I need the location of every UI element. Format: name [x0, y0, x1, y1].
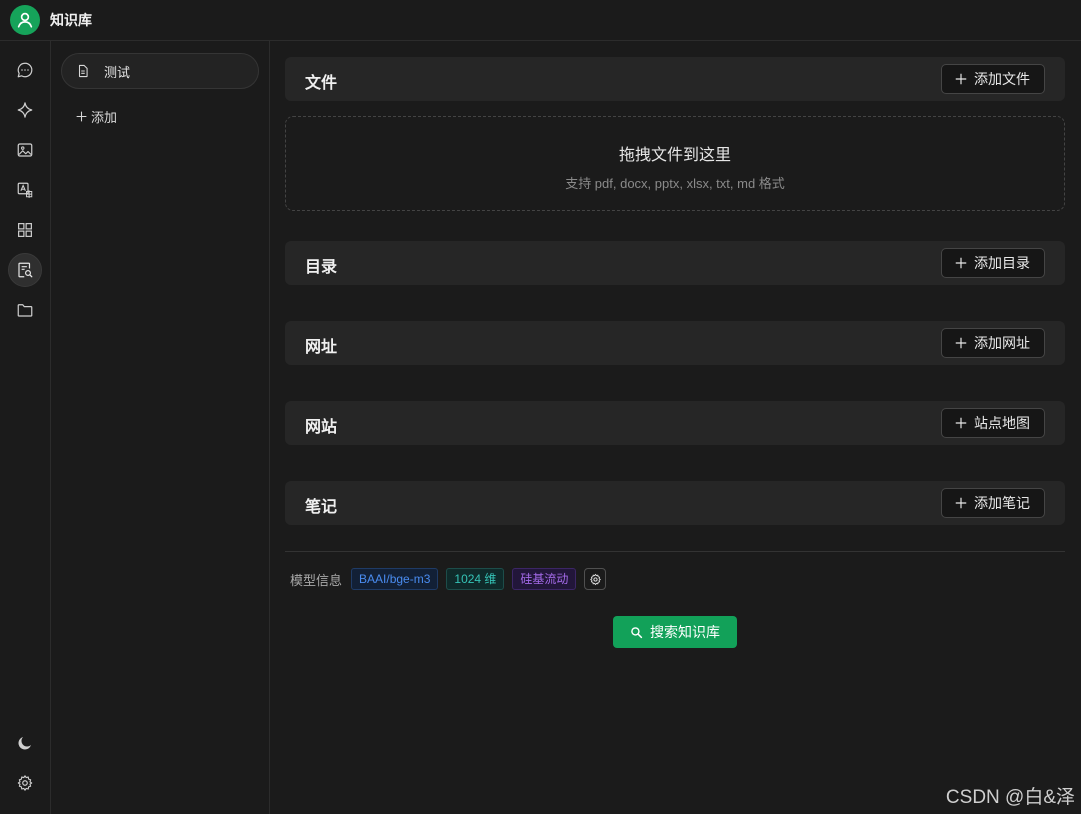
sidebar-item-translate[interactable] — [8, 173, 42, 207]
document-icon — [76, 64, 90, 78]
add-file-label: 添加文件 — [974, 71, 1030, 87]
model-info-label: 模型信息 — [290, 572, 343, 588]
knowledge-base-list: 测试 添加 — [51, 41, 270, 814]
section-directories: 目录 添加目录 — [285, 241, 1065, 285]
model-settings-button[interactable] — [584, 568, 607, 590]
search-icon — [631, 626, 643, 638]
section-title: 文件 — [305, 75, 338, 92]
provider-tag: 硅基流动 — [512, 568, 577, 590]
section-files: 文件 添加文件 — [285, 57, 1065, 101]
search-knowledge-base-label: 搜索知识库 — [650, 624, 720, 640]
dropzone-subtitle: 支持 pdf, docx, pptx, xlsx, txt, md 格式 — [565, 176, 785, 191]
theme-toggle-button[interactable] — [8, 726, 42, 760]
plus-icon — [955, 417, 967, 429]
add-directory-label: 添加目录 — [974, 255, 1030, 271]
folder-icon — [17, 304, 33, 317]
plus-icon — [955, 337, 967, 349]
sparkle-icon — [17, 102, 33, 118]
watermark: CSDN @白&泽 — [945, 787, 1075, 808]
dropzone-title: 拖拽文件到这里 — [618, 147, 731, 164]
section-title: 网址 — [305, 339, 338, 356]
chat-icon — [17, 62, 33, 78]
title-bar: 知识库 — [0, 0, 1081, 41]
image-icon — [17, 143, 33, 157]
model-name-tag: BAAI/bge-m3 — [351, 568, 439, 590]
add-directory-button[interactable]: 添加目录 — [941, 248, 1045, 278]
settings-button[interactable] — [8, 766, 42, 800]
plus-icon — [955, 257, 967, 269]
add-file-button[interactable]: 添加文件 — [941, 64, 1045, 94]
add-note-button[interactable]: 添加笔记 — [941, 488, 1045, 518]
section-websites: 网站 站点地图 — [285, 401, 1065, 445]
model-info: 模型信息 BAAI/bge-m3 1024 维 硅基流动 — [290, 568, 607, 590]
add-knowledge-base-label: 添加 — [91, 110, 118, 125]
sidebar-item-images[interactable] — [8, 133, 42, 167]
add-url-button[interactable]: 添加网址 — [941, 328, 1045, 358]
sidebar-item-files[interactable] — [8, 293, 42, 327]
translate-icon — [17, 182, 33, 198]
section-notes: 笔记 添加笔记 — [285, 481, 1065, 525]
knowledge-base-item[interactable]: 测试 — [61, 53, 259, 89]
section-title: 笔记 — [305, 499, 338, 516]
gear-icon — [590, 573, 601, 585]
icon-sidebar — [0, 41, 51, 814]
plus-icon — [955, 497, 967, 509]
moon-icon — [18, 737, 31, 750]
apps-grid-icon — [18, 223, 32, 237]
sidebar-item-apps[interactable] — [8, 213, 42, 247]
knowledge-search-icon — [18, 262, 33, 278]
plus-icon — [76, 111, 87, 122]
app-title: 知识库 — [50, 12, 92, 28]
user-avatar[interactable] — [10, 5, 40, 35]
user-icon — [17, 12, 33, 28]
add-sitemap-label: 站点地图 — [974, 415, 1030, 431]
file-dropzone[interactable]: 拖拽文件到这里 支持 pdf, docx, pptx, xlsx, txt, m… — [285, 116, 1065, 211]
section-urls: 网址 添加网址 — [285, 321, 1065, 365]
add-knowledge-base-button[interactable]: 添加 — [75, 107, 117, 126]
section-title: 目录 — [305, 259, 338, 276]
plus-icon — [955, 73, 967, 85]
section-title: 网站 — [305, 419, 338, 436]
divider — [285, 551, 1065, 552]
dimensions-tag: 1024 维 — [446, 568, 505, 590]
sidebar-item-assistant[interactable] — [8, 93, 42, 127]
add-sitemap-button[interactable]: 站点地图 — [941, 408, 1045, 438]
add-url-label: 添加网址 — [974, 335, 1030, 351]
gear-icon — [17, 775, 33, 791]
sidebar-item-chat[interactable] — [8, 53, 42, 87]
add-note-label: 添加笔记 — [974, 495, 1030, 511]
knowledge-base-content: 文件 添加文件 拖拽文件到这里 支持 pdf, docx, pptx, xlsx… — [270, 41, 1081, 814]
knowledge-base-item-label: 测试 — [104, 64, 131, 80]
sidebar-item-knowledge[interactable] — [8, 253, 42, 287]
search-knowledge-base-button[interactable]: 搜索知识库 — [613, 616, 737, 648]
